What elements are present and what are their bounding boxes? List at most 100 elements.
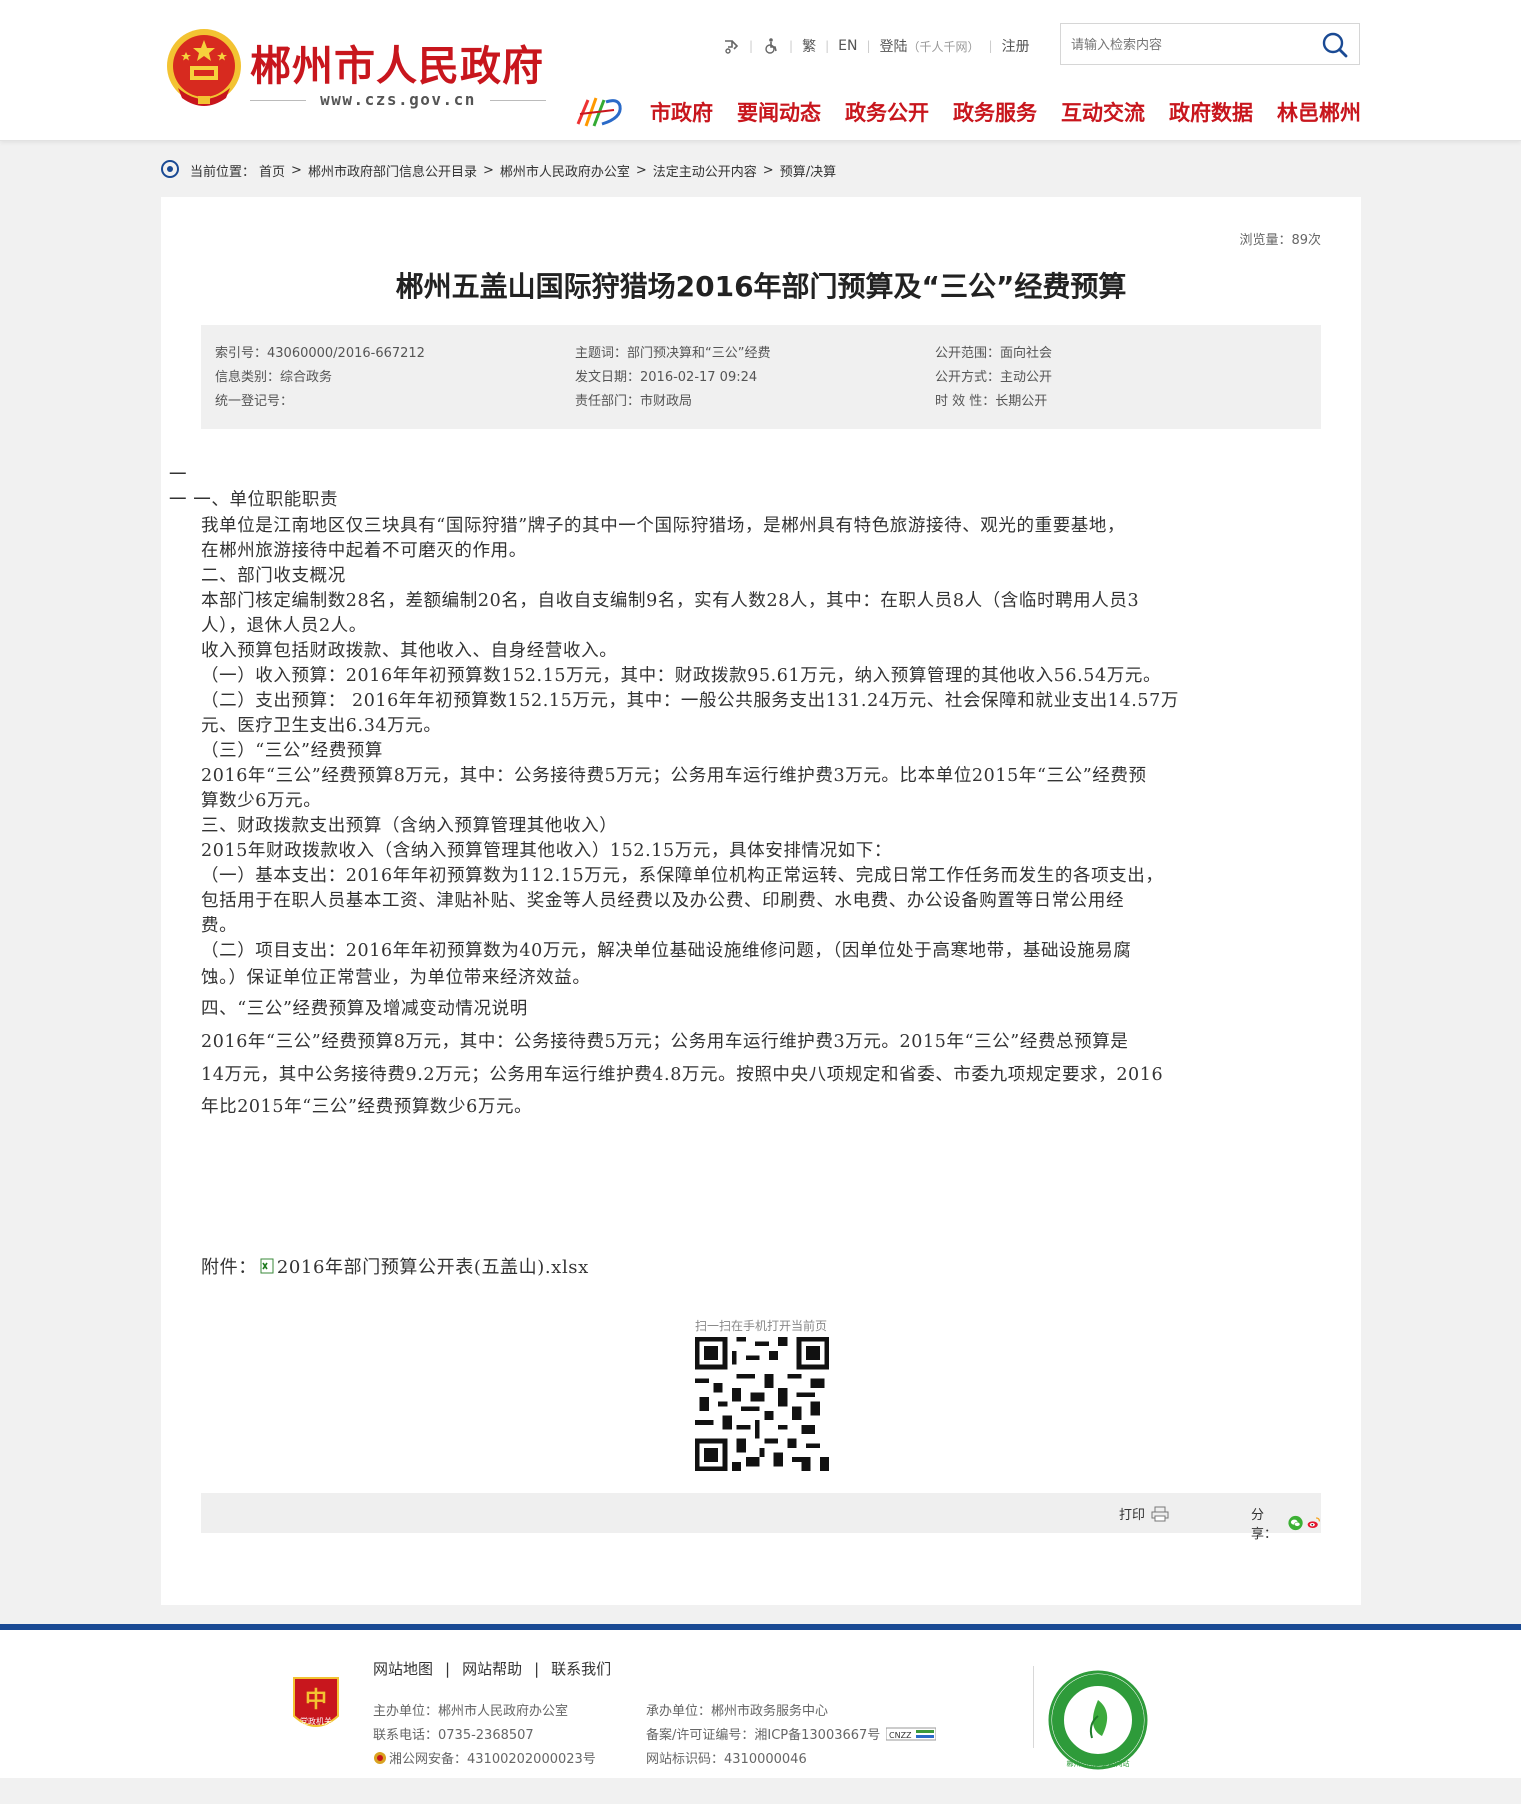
breadcrumb-label: 当前位置：	[190, 164, 256, 180]
attachment-link[interactable]: 2016年部门预算公开表(五盖山).xlsx	[277, 1253, 589, 1279]
breadcrumb-budget[interactable]: 预算/决算	[780, 161, 836, 180]
body-line: 一 一、单位职能职责	[169, 490, 339, 510]
print-label: 打印	[1119, 1508, 1146, 1523]
nav-interaction[interactable]: 互动交流	[1061, 97, 1145, 127]
meta-validity: 时 效 性：长期公开	[935, 394, 1048, 409]
meta-issue-date: 发文日期：2016-02-17 09:24	[575, 370, 758, 385]
footer-links: 网站地图 | 网站帮助 | 联系我们	[373, 1658, 611, 1679]
footer-phone: 联系电话：0735-2368507	[373, 1728, 534, 1743]
separator: |	[988, 39, 993, 53]
svg-text:CNZZ: CNZZ	[889, 1731, 912, 1740]
footer-police[interactable]: 湘公网安备：43100202000023号	[389, 1748, 596, 1767]
body-line: 2015年财政拨款收入（含纳入预算管理其他收入）152.15万元，具体安排情况如…	[201, 841, 892, 861]
body-line: 二、部门收支概况	[201, 566, 346, 586]
body-line: 2016年“三公”经费预算8万元，其中：公务接待费5万元；公务用车运行维护费3万…	[201, 1032, 1129, 1052]
nav-government-data[interactable]: 政府数据	[1169, 97, 1253, 127]
body-line: 人），退休人员2人。	[201, 616, 367, 636]
footer-icp-row: 备案/许可证编号：湘ICP备13003667号 CNZZ	[646, 1724, 937, 1743]
footer-icp[interactable]: 备案/许可证编号：湘ICP备13003667号	[646, 1724, 880, 1743]
footer-site-id: 网站标识码：4310000046	[646, 1752, 807, 1767]
nav-government-affairs-open[interactable]: 政务公开	[845, 97, 929, 127]
breadcrumb-statutory[interactable]: 法定主动公开内容	[653, 161, 757, 180]
body-line: 三、财政拨款支出预算（含纳入预算管理其他收入）	[201, 816, 618, 836]
body-line: 包括用于在职人员基本工资、津贴补贴、奖金等人员经费以及办公费、印刷费、水电费、办…	[201, 891, 1125, 911]
body-line: 一	[169, 465, 188, 485]
nav-linyi-chenzhou[interactable]: 林邑郴州	[1277, 97, 1361, 127]
footer-police-row: 湘公网安备：43100202000023号	[373, 1748, 596, 1767]
body-line: 算数少6万元。	[201, 791, 322, 811]
body-line: （一）收入预算：2016年年初预算数152.15万元，其中：财政拨款95.61万…	[201, 666, 1162, 686]
english-link[interactable]: EN	[838, 38, 857, 54]
meta-info-category: 信息类别：综合政务	[215, 370, 333, 385]
body-line: （一）基本支出：2016年年初预算数为112.15万元，系保障单位机构正常运转、…	[201, 866, 1164, 886]
breadcrumb-directory[interactable]: 郴州市政府部门信息公开目录	[308, 161, 477, 180]
badge-glyph: 中	[305, 1688, 327, 1713]
article-toolbar: 打印 分享：	[201, 1493, 1321, 1542]
footer-contact-link[interactable]: 联系我们	[551, 1658, 611, 1679]
separator: |	[825, 39, 830, 53]
breadcrumb-separator: >	[635, 162, 647, 178]
accessibility-icon[interactable]	[722, 37, 740, 55]
login-note: （千人千网）	[907, 39, 980, 54]
breadcrumb-home[interactable]: 首页	[259, 161, 285, 180]
footer-help-link[interactable]: 网站帮助	[462, 1658, 522, 1679]
qr-caption: 扫一扫在手机打开当前页	[694, 1319, 827, 1333]
register-link[interactable]: 注册	[1002, 36, 1030, 56]
civilized-website-seal-icon[interactable]: 郴州市创建文明网站	[1048, 1670, 1148, 1770]
separator: |	[749, 39, 754, 53]
article-meta: 索引号：43060000/2016-667212 信息类别：综合政务 统一登记号…	[201, 325, 1321, 429]
search-input[interactable]	[1071, 34, 1311, 56]
qr-code	[695, 1337, 829, 1471]
divider	[250, 100, 306, 101]
site-domain: www.czs.gov.cn	[320, 90, 476, 109]
chenzhou-logo-icon[interactable]	[574, 92, 628, 132]
article-title: 郴州五盖山国际狩猎场2016年部门预算及“三公”经费预算	[395, 270, 1127, 303]
body-line: 14万元，其中公务接待费9.2万元；公务用车运行维护费4.8万元。按照中央八项规…	[201, 1065, 1164, 1085]
body-line: 我单位是江南地区仅三块具有“国际狩猎”牌子的其中一个国际狩猎场，是郴州具有特色旅…	[201, 516, 1126, 536]
breadcrumb: 当前位置： 首页 > 郴州市政府部门信息公开目录 > 郴州市人民政府办公室 > …	[160, 158, 836, 182]
nav-news[interactable]: 要闻动态	[737, 97, 821, 127]
excel-file-icon	[260, 1258, 274, 1274]
national-emblem-icon[interactable]	[164, 26, 244, 112]
print-button[interactable]: 打印	[1119, 1504, 1169, 1523]
body-line: 年比2015年“三公”经费预算数少6万元。	[201, 1097, 533, 1117]
body-line: （二）支出预算： 2016年年初预算数152.15万元，其中：一般公共服务支出1…	[201, 691, 1179, 711]
nav-government-services[interactable]: 政务服务	[953, 97, 1037, 127]
body-line: 蚀。）保证单位正常营业，为单位带来经济效益。	[201, 968, 591, 988]
search-box	[1060, 23, 1360, 65]
meta-unified-reg: 统一登记号：	[215, 394, 294, 409]
body-line: 收入预算包括财政拨款、其他收入、自身经营收入。	[201, 641, 618, 661]
site-header: 郴州市人民政府 www.czs.gov.cn | | 繁 | EN | 登陆 （…	[0, 0, 1521, 141]
breadcrumb-office[interactable]: 郴州市人民政府办公室	[500, 161, 630, 180]
top-links: | | 繁 | EN | 登陆 （千人千网） | 注册	[722, 36, 1030, 56]
search-icon[interactable]	[1319, 30, 1351, 60]
attachment-label: 附件：	[201, 1257, 257, 1278]
party-government-badge-icon[interactable]: 中 党政机关	[290, 1674, 342, 1736]
share-group: 分享：	[1251, 1504, 1321, 1542]
badge-text: 党政机关	[300, 1716, 332, 1726]
body-line: 2016年“三公”经费预算8万元，其中：公务接待费5万元；公务用车运行维护费3万…	[201, 766, 1147, 786]
site-name[interactable]: 郴州市人民政府	[250, 32, 544, 92]
meta-scope: 公开范围：面向社会	[935, 346, 1053, 361]
printer-icon	[1151, 1506, 1169, 1521]
body-line: 四、“三公”经费预算及增减变动情况说明	[201, 999, 528, 1019]
site-domain-wrap: www.czs.gov.cn	[250, 89, 546, 111]
breadcrumb-separator: >	[762, 162, 774, 178]
login-link[interactable]: 登陆	[880, 36, 908, 56]
cnzz-icon[interactable]: CNZZ	[886, 1727, 937, 1741]
footer-host: 主办单位：郴州市人民政府办公室	[373, 1704, 569, 1719]
breadcrumb-separator: >	[291, 162, 302, 178]
footer-sitemap-link[interactable]: 网站地图	[373, 1658, 433, 1679]
nav-city-government[interactable]: 市政府	[650, 97, 713, 127]
weibo-icon[interactable]	[1306, 1514, 1321, 1532]
meta-method: 公开方式：主动公开	[935, 370, 1053, 385]
wechat-icon[interactable]	[1288, 1514, 1303, 1532]
body-line: （二）项目支出：2016年年初预算数为40万元，解决单位基础设施维修问题，（因单…	[201, 941, 1132, 961]
body-line: （三）“三公”经费预算	[201, 741, 383, 761]
meta-index-no: 索引号：43060000/2016-667212	[215, 346, 425, 361]
body-line: 在郴州旅游接待中起着不可磨灭的作用。	[201, 541, 527, 561]
wheelchair-icon[interactable]	[762, 37, 780, 55]
traditional-chinese-link[interactable]: 繁	[802, 36, 816, 56]
body-line: 元、医疗卫生支出6.34万元。	[201, 716, 442, 736]
meta-department: 责任部门：市财政局	[575, 394, 693, 409]
